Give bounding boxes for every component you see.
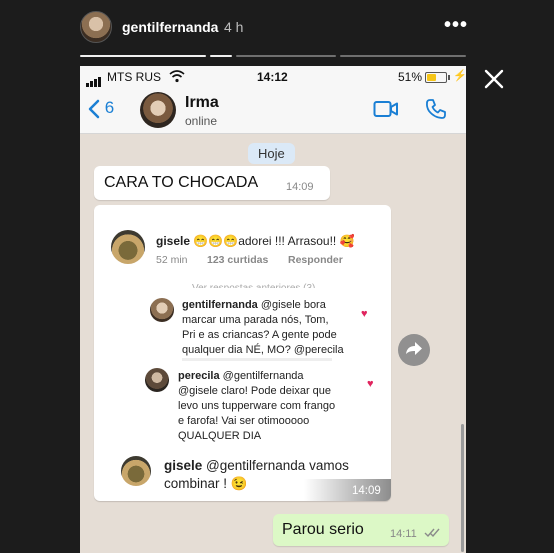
incoming-message[interactable]: CARA TO CHOCADA 14:09 (94, 166, 330, 200)
comment-text: 😁😁😁adorei !!! Arrasou!! 🥰 (193, 234, 355, 248)
reply-line: qualquer dia NÉ, MO? @perecila (182, 344, 344, 356)
charging-icon: ⚡ (453, 70, 466, 82)
reply-line: marcar uma parada nós, Tom, (182, 314, 329, 326)
battery-icon (425, 72, 447, 83)
message-time: 14:09 (352, 485, 381, 497)
forward-icon[interactable] (398, 334, 430, 366)
video-call-icon[interactable] (373, 100, 399, 118)
cropped-text-line (182, 358, 332, 361)
story-time: 4 h (224, 19, 244, 35)
comment-user: gisele (164, 458, 203, 473)
heart-icon: ♥ (361, 308, 368, 320)
back-button[interactable]: 6 (88, 98, 114, 119)
reply-line: @gentilfernanda (222, 370, 304, 382)
view-more-replies: Ver respostas anteriores (3) (192, 281, 315, 288)
comment-age: 52 min (156, 254, 188, 266)
reply-line: levo uns tupperware com frango (178, 400, 336, 412)
message-time: 14:09 (286, 181, 314, 193)
reply-line: QUALQUER DIA (178, 430, 262, 442)
story-progress-segment-3 (236, 55, 336, 57)
story-progress-segment-4 (340, 55, 466, 57)
outgoing-message[interactable]: Parou serio 14:11 (273, 514, 449, 546)
comment-line: @gentilfernanda vamos (206, 458, 349, 473)
message-text: CARA TO CHOCADA (104, 174, 259, 191)
chevron-left-icon (88, 99, 100, 118)
reply-line: @gisele claro! Pode deixar que (178, 385, 332, 397)
battery-percent: 51% (398, 70, 423, 84)
message-time: 14:11 (390, 528, 417, 540)
commenter-avatar (121, 456, 151, 486)
contact-name[interactable]: Irma (185, 94, 219, 112)
scrollbar[interactable] (461, 424, 464, 552)
message-text: Parou serio (282, 521, 364, 538)
story-progress-segment-2 (210, 55, 232, 57)
reply-line: e farofa! Vai ser otimooooo (178, 415, 310, 427)
carrier-name: MTS RUS (107, 70, 161, 84)
chat-area: Hoje CARA TO CHOCADA 14:09 gisele 😁😁😁ado… (80, 134, 466, 553)
contact-status: online (185, 114, 218, 128)
comment-line: combinar ! 😉 (164, 476, 248, 491)
battery-tip (448, 75, 450, 80)
comment-likes: 123 curtidas (207, 254, 269, 266)
reply-avatar (150, 298, 174, 322)
commenter-avatar (111, 230, 145, 264)
reply-user: gentilfernanda (182, 299, 258, 311)
story-username[interactable]: gentilfernanda (122, 19, 218, 35)
top-comment: gisele 😁😁😁adorei !!! Arrasou!! 🥰 (156, 234, 355, 249)
reply-user: perecila (178, 370, 220, 382)
heart-icon: ♥ (367, 378, 374, 390)
reply-comment: gentilfernanda @gisele bora marcar uma p… (182, 298, 344, 358)
double-check-icon (424, 528, 440, 538)
unread-count: 6 (104, 98, 115, 117)
status-time: 14:12 (257, 70, 288, 84)
wifi-icon (169, 70, 185, 83)
image-message[interactable]: gisele 😁😁😁adorei !!! Arrasou!! 🥰 52 min … (94, 205, 391, 501)
whatsapp-screenshot: MTS RUS 14:12 51% ⚡ 6 Irma online Hoje C… (80, 66, 466, 553)
comment-reply: Responder (288, 254, 343, 266)
signal-icon (86, 73, 102, 87)
reply-line: Pri e as criancas? A gente pode (182, 329, 337, 341)
status-bar: MTS RUS 14:12 51% ⚡ (80, 66, 466, 88)
reply-line: @gisele bora (260, 299, 326, 311)
more-options-icon[interactable]: ••• (444, 14, 468, 37)
contact-avatar[interactable] (140, 92, 176, 128)
phone-call-icon[interactable] (425, 98, 447, 120)
story-avatar[interactable] (80, 11, 112, 43)
story-progress-segment-1 (80, 55, 206, 57)
close-icon[interactable] (483, 68, 505, 90)
date-separator: Hoje (248, 143, 295, 164)
reply-avatar (145, 368, 169, 392)
story-viewer: gentilfernanda 4 h ••• MTS RUS 14:12 51%… (0, 0, 554, 553)
comment-user: gisele (156, 234, 191, 248)
chat-header: 6 Irma online (80, 88, 466, 134)
reply-comment: perecila @gentilfernanda @gisele claro! … (178, 369, 335, 444)
